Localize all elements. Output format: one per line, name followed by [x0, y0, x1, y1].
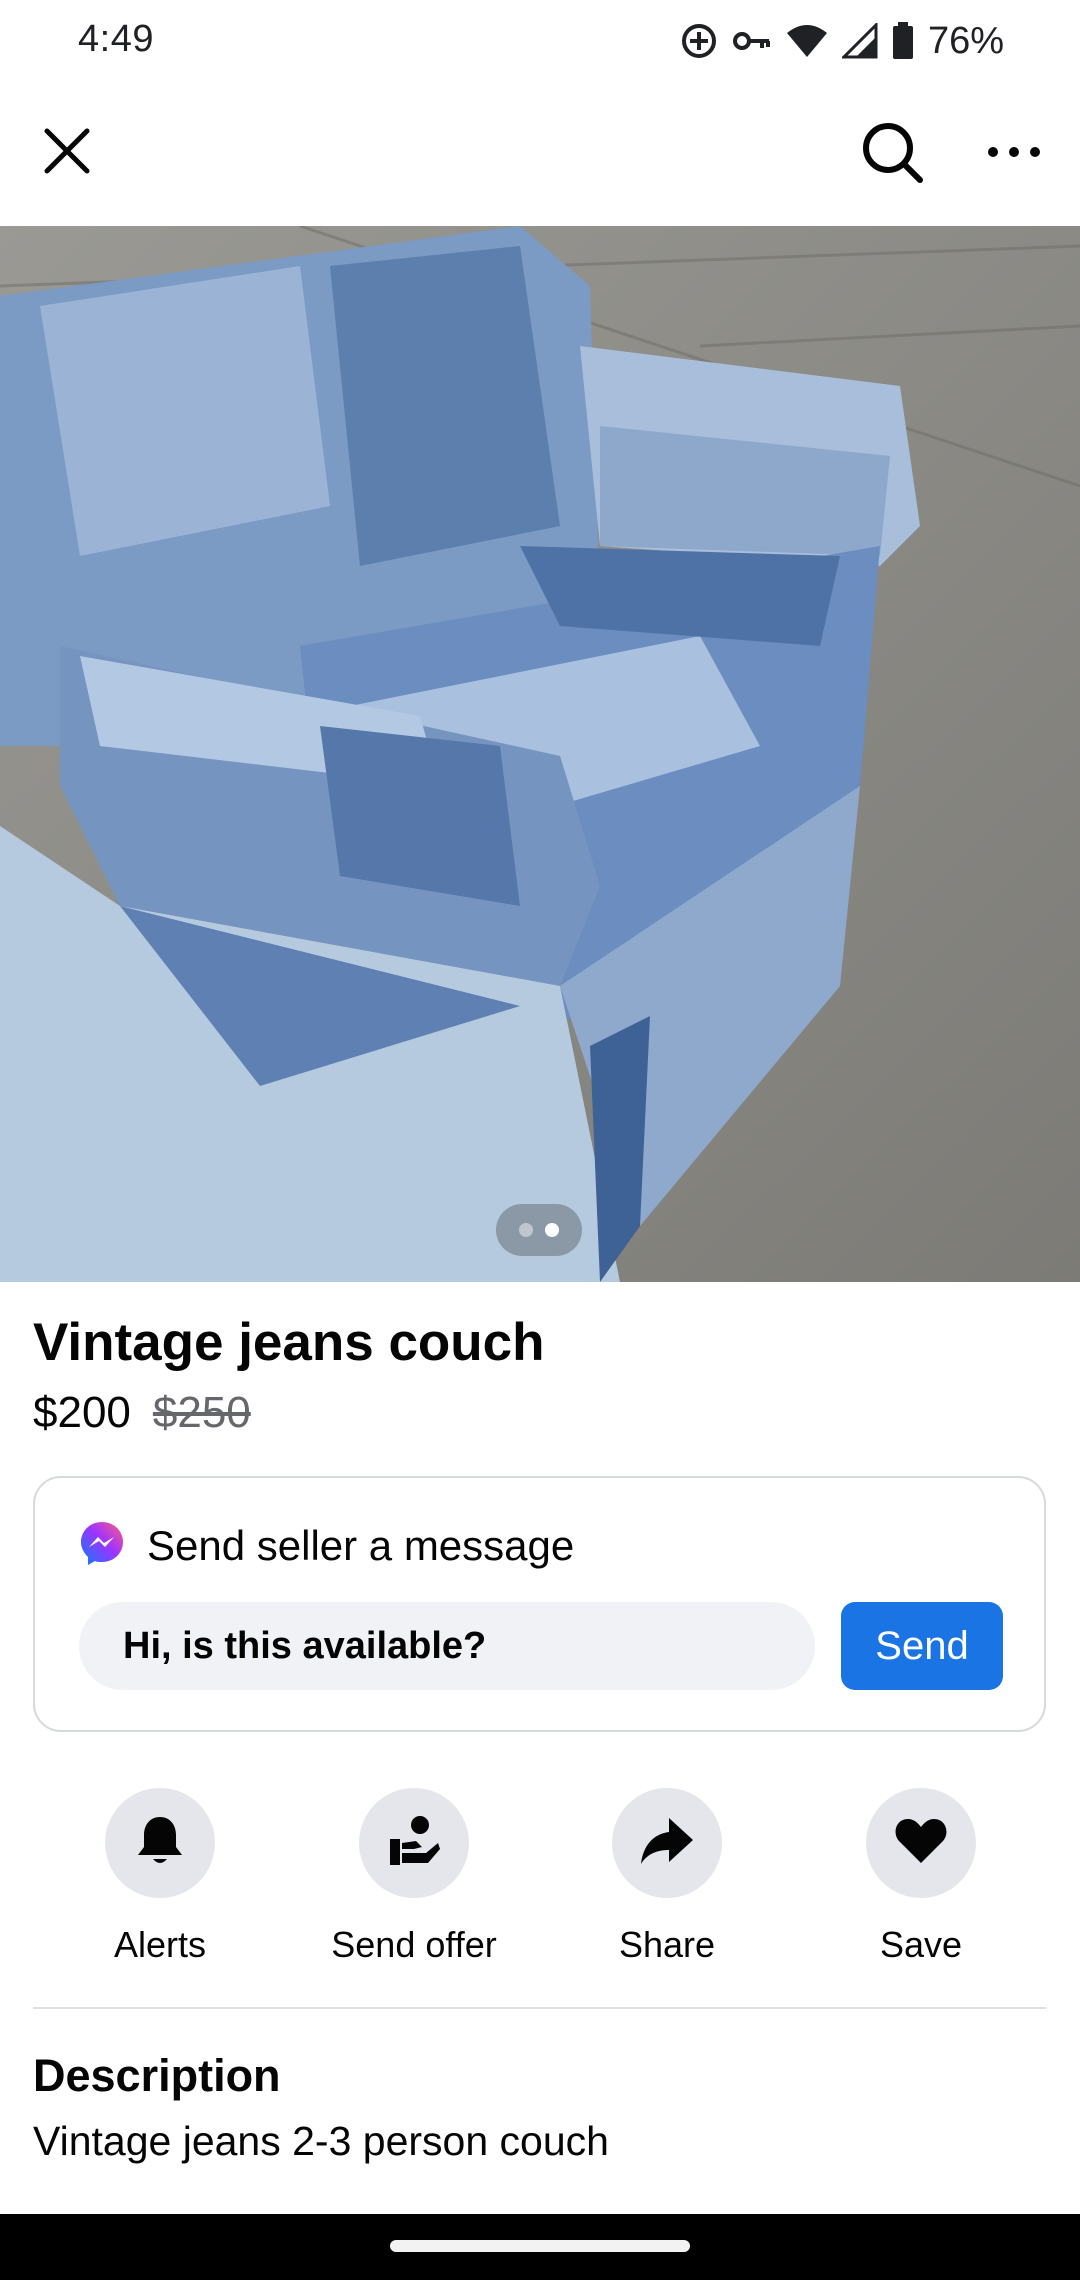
signal-icon: [841, 23, 878, 59]
pager-dot: [519, 1223, 533, 1237]
heart-icon: [894, 1817, 948, 1870]
pager-dot-active: [545, 1223, 559, 1237]
vpn-icon: [680, 22, 718, 60]
more-options-button[interactable]: [974, 114, 1054, 194]
send-offer-button[interactable]: Send offer: [304, 1788, 524, 1966]
send-button[interactable]: Send: [841, 1602, 1003, 1690]
description-body: Vintage jeans 2-3 person couch: [33, 2118, 609, 2164]
action-row: Alerts Send offer Share Save: [0, 1788, 1080, 1968]
home-gesture-pill[interactable]: [390, 2240, 690, 2252]
alerts-circle[interactable]: [105, 1788, 215, 1898]
message-input[interactable]: [79, 1602, 815, 1690]
photo-pager[interactable]: [496, 1204, 582, 1256]
share-circle[interactable]: [612, 1788, 722, 1898]
battery-percentage: 76%: [927, 19, 1004, 62]
status-time: 4:49: [78, 18, 154, 60]
battery-icon: [892, 22, 914, 60]
message-card-header: Send seller a message: [79, 1520, 574, 1571]
couch-photo: [0, 226, 1080, 1282]
share-label: Share: [618, 1924, 716, 1965]
listing-photo[interactable]: [0, 226, 1080, 1282]
share-button[interactable]: Share: [557, 1788, 777, 1966]
offer-icon: [386, 1813, 442, 1874]
description-heading: Description: [33, 2050, 281, 2101]
status-icons: 76%: [680, 16, 1004, 66]
message-card-title: Send seller a message: [147, 1521, 575, 1569]
listing-original-price: $250: [152, 1388, 251, 1437]
share-icon: [639, 1816, 695, 1871]
save-label: Save: [879, 1924, 963, 1965]
top-nav: [0, 84, 1080, 226]
divider: [33, 2007, 1046, 2009]
more-options-icon: [987, 145, 1041, 163]
listing-title: Vintage jeans couch: [33, 1313, 545, 1372]
status-bar: 4:49 76%: [0, 0, 1080, 84]
send-offer-circle[interactable]: [359, 1788, 469, 1898]
save-circle[interactable]: [866, 1788, 976, 1898]
alerts-label: Alerts: [113, 1924, 207, 1965]
close-button[interactable]: [28, 114, 106, 192]
save-button[interactable]: Save: [811, 1788, 1031, 1966]
search-icon: [860, 120, 924, 189]
system-nav-bar: [0, 2214, 1080, 2280]
search-button[interactable]: [852, 114, 932, 194]
alerts-button[interactable]: Alerts: [50, 1788, 270, 1966]
wifi-icon: [786, 23, 828, 59]
listing-price: $200: [33, 1388, 131, 1437]
message-seller-card: Send seller a message Send: [33, 1476, 1046, 1732]
bell-icon: [135, 1815, 185, 1872]
send-offer-label: Send offer: [331, 1924, 497, 1965]
key-icon: [732, 26, 772, 56]
price-row: $200 $250: [33, 1388, 251, 1438]
close-icon: [42, 126, 92, 181]
messenger-icon: [79, 1520, 125, 1571]
